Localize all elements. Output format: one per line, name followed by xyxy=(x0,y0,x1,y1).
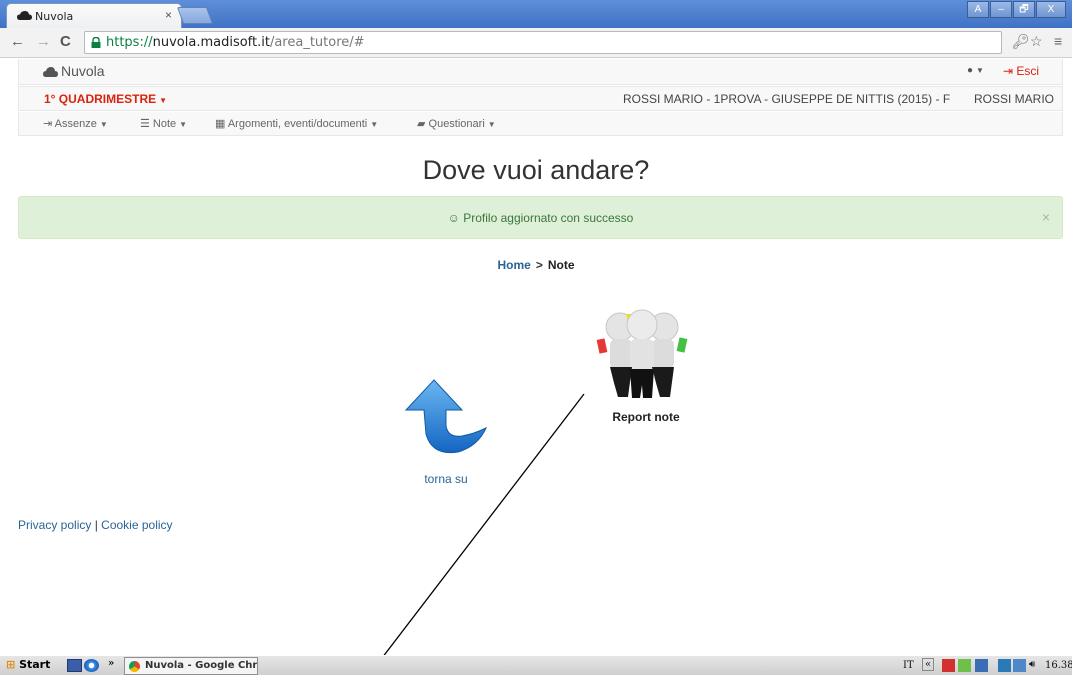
language-indicator[interactable]: IT xyxy=(903,660,914,671)
absence-icon: ⇥ xyxy=(43,118,55,130)
volume-icon[interactable]: 🔊︎ xyxy=(1029,659,1035,670)
user-profile-button[interactable]: A xyxy=(967,1,989,18)
menu-icon[interactable]: ≡ xyxy=(1054,33,1062,49)
period-bar: 1° QUADRIMESTRE ▼ ROSSI MARIO - 1PROVA - … xyxy=(18,86,1063,111)
browser-tab-strip: Nuvola × A – 🗗 X xyxy=(0,0,1072,28)
lock-icon xyxy=(91,37,101,48)
menu-assenze[interactable]: ⇥ Assenze ▼ xyxy=(43,117,108,130)
menu-argomenti-label: Argomenti, eventi/documenti xyxy=(227,118,368,130)
address-bar[interactable]: https://nuvola.madisoft.it/area_tutore/# xyxy=(84,31,1002,54)
list-icon: ☰ xyxy=(140,118,153,130)
network-star-icon[interactable] xyxy=(958,659,971,672)
chevron-down-icon: ▼ xyxy=(370,120,379,129)
quicklaunch-overflow[interactable]: » xyxy=(108,658,114,669)
url-text: https://nuvola.madisoft.it/area_tutore/# xyxy=(106,35,365,50)
url-scheme: https:// xyxy=(106,35,153,50)
arrow-up-icon[interactable] xyxy=(404,378,488,454)
logout-label: Esci xyxy=(1016,64,1040,78)
close-window-button[interactable]: X xyxy=(1036,1,1066,18)
menu-note-label: Note xyxy=(152,118,177,130)
os-taskbar: ⊞ Start » Nuvola - Google Chro... IT « 🔊… xyxy=(0,655,1072,675)
chevron-down-icon: ▼ xyxy=(99,120,108,129)
logout-link[interactable]: ⇥ Esci xyxy=(1003,64,1039,78)
book-icon: ▰ xyxy=(417,118,429,130)
task-label: Nuvola - Google Chro... xyxy=(145,660,258,671)
success-alert: ☺ Profilo aggiornato con successo × xyxy=(18,196,1063,239)
forward-arrow-icon[interactable]: → xyxy=(36,33,51,50)
torna-su-link[interactable]: torna su xyxy=(400,472,492,486)
brand-name: Nuvola xyxy=(61,63,105,79)
cloud-icon xyxy=(43,67,58,77)
chrome-icon xyxy=(129,661,140,672)
tab-title: Nuvola xyxy=(35,10,74,23)
breadcrumb-separator: > xyxy=(535,258,543,272)
page-title: Dove vuoi andare? xyxy=(422,155,650,185)
alert-close-button[interactable]: × xyxy=(1042,209,1050,225)
breadcrumb-home[interactable]: Home xyxy=(497,258,530,272)
printer-icon[interactable] xyxy=(998,659,1011,672)
url-host: nuvola.madisoft.it xyxy=(152,35,270,50)
show-desktop-icon[interactable] xyxy=(67,659,82,672)
windows-logo-icon: ⊞ xyxy=(6,658,16,671)
new-tab-button[interactable] xyxy=(176,7,214,24)
tab-close-button[interactable]: × xyxy=(165,8,172,22)
browser-toolbar: ← → C https://nuvola.madisoft.it/area_tu… xyxy=(0,28,1072,58)
task-chrome[interactable]: Nuvola - Google Chro... xyxy=(124,657,258,675)
chevron-down-icon: ▼ xyxy=(976,66,984,75)
url-path: /area_tutore/# xyxy=(269,35,365,50)
tray-overflow-button[interactable]: « xyxy=(922,658,935,671)
menu-questionari-label: Questionari xyxy=(428,118,485,130)
sync-icon[interactable] xyxy=(1013,659,1026,672)
minimize-button[interactable]: – xyxy=(990,1,1012,18)
menu-argomenti[interactable]: ▦ Argomenti, eventi/documenti ▼ xyxy=(215,117,378,130)
section-menu: ⇥ Assenze ▼ ☰ Note ▼ ▦ Argomenti, eventi/d… xyxy=(18,112,1063,136)
chevron-down-icon: ▼ xyxy=(179,120,188,129)
internet-explorer-icon[interactable] xyxy=(84,659,99,672)
privacy-policy-link[interactable]: Privacy policy xyxy=(18,518,91,532)
tab-nuvola[interactable]: Nuvola × xyxy=(6,3,182,28)
footer-links: Privacy policy | Cookie policy xyxy=(18,518,173,532)
star-icon[interactable]: ☆ xyxy=(1030,33,1043,50)
app-navbar: Nuvola ● ▼ ⇥ Esci xyxy=(18,59,1063,85)
cloud-icon xyxy=(17,11,32,20)
menu-questionari[interactable]: ▰ Questionari ▼ xyxy=(417,117,496,130)
user-dropdown[interactable]: ● ▼ xyxy=(967,65,984,76)
breadcrumb-current: Note xyxy=(547,258,575,272)
brand-link[interactable]: Nuvola xyxy=(43,63,105,79)
alert-message: ☺ Profilo aggiornato con successo xyxy=(447,211,634,225)
window-controls: A – 🗗 X xyxy=(966,1,1066,19)
maximize-button[interactable]: 🗗 xyxy=(1013,1,1035,18)
reload-icon[interactable]: C xyxy=(60,33,71,50)
monitor-icon[interactable] xyxy=(975,659,988,672)
chevron-down-icon: ▼ xyxy=(487,120,496,129)
table-icon: ▦ xyxy=(215,118,228,130)
report-note-icon[interactable] xyxy=(596,305,688,400)
logout-icon: ⇥ xyxy=(1003,64,1017,78)
student-info: ROSSI MARIO - 1PROVA - GIUSEPPE DE NITTI… xyxy=(623,92,951,106)
user-icon: ● xyxy=(967,65,974,76)
period-label: 1° QUADRIMESTRE xyxy=(44,92,157,106)
report-note-label[interactable]: Report note xyxy=(590,410,702,424)
footer-separator: | xyxy=(94,518,98,532)
key-icon[interactable]: 🔑︎ xyxy=(1012,33,1030,50)
antivirus-icon[interactable] xyxy=(942,659,955,672)
period-dropdown[interactable]: 1° QUADRIMESTRE ▼ xyxy=(44,92,167,106)
username: ROSSI MARIO xyxy=(974,92,1055,106)
clock[interactable]: 16.38 xyxy=(1045,660,1072,671)
chevron-down-icon: ▼ xyxy=(159,96,168,105)
menu-assenze-label: Assenze xyxy=(54,118,97,130)
back-arrow-icon[interactable]: ← xyxy=(10,33,25,50)
start-label: Start xyxy=(19,658,51,671)
breadcrumb: Home > Note xyxy=(0,258,1072,272)
cookie-policy-link[interactable]: Cookie policy xyxy=(101,518,172,532)
menu-note[interactable]: ☰ Note ▼ xyxy=(140,117,187,130)
start-button[interactable]: ⊞ Start xyxy=(2,658,54,674)
